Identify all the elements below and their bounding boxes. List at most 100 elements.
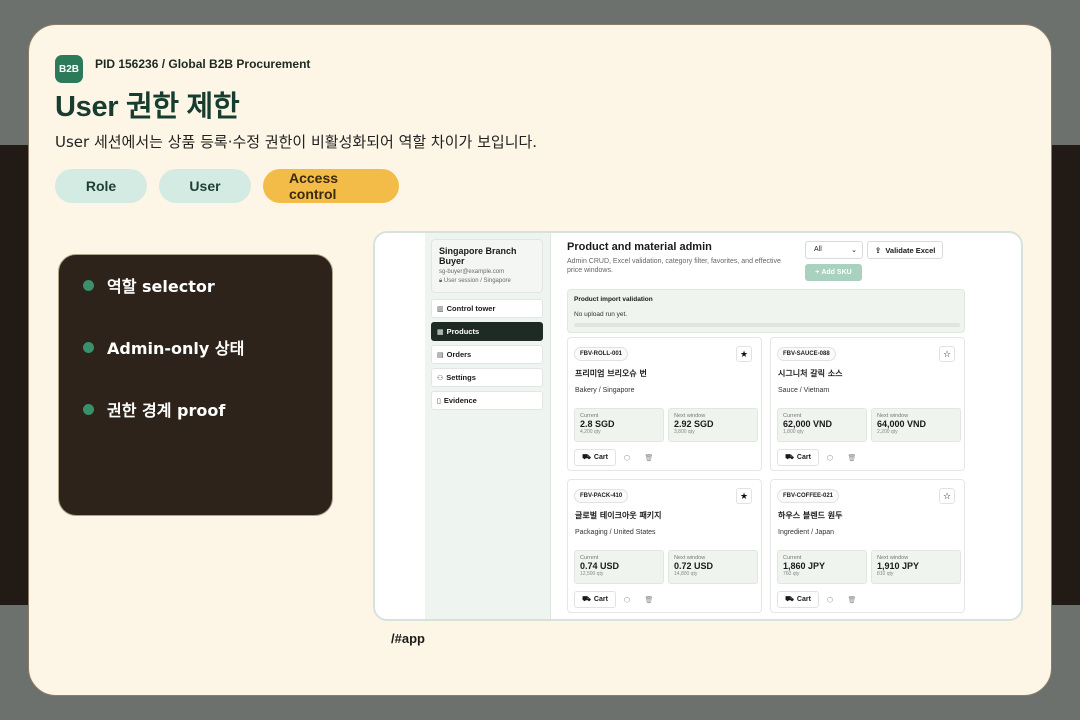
main-title: Product and material admin [567,241,712,253]
favorite-star-filled-icon[interactable]: ★ [736,488,752,504]
users-icon: ⚇ [437,374,444,382]
price-value: 64,000 VND [877,419,927,429]
sidebar-item-control-tower[interactable]: ▥ Control tower [431,299,543,318]
filter-value: All [814,246,822,253]
price-qty: 810 qty [877,571,894,577]
sidebar-item-label: Orders [446,350,472,359]
price-value: 1,860 JPY [783,561,826,571]
user-session: 🔒︎ User session / Singapore [439,278,535,285]
product-category: Packaging / United States [575,529,656,536]
category-filter-select[interactable]: All ⌄ [805,241,863,259]
favorite-star-outline-icon[interactable]: ☆ [939,346,955,362]
sidebar-item-orders[interactable]: ▤ Orders [431,345,543,364]
price-qty: 2,200 qty [877,429,898,435]
next-window-price: Next window 1,910 JPY 810 qty [871,550,961,584]
chart-icon: ▥ [437,305,444,313]
sku-badge: FBV-SAUCE-088 [777,347,836,361]
current-price: Current 62,000 VND 1,800 qty [777,408,867,442]
trash-icon[interactable]: 🗑︎ [845,451,859,465]
price-qty: 760 qty [783,571,800,577]
box-icon[interactable]: ⬡ [620,593,634,607]
validation-title: Product import validation [574,296,653,303]
add-sku-button[interactable]: + Add SKU [805,264,862,281]
bullet-dot-icon [83,403,94,415]
cart-icon: ⛟ [582,454,591,461]
sidebar-item-settings[interactable]: ⚇ Settings [431,368,543,387]
cart-icon: ⛟ [582,596,591,603]
sku-badge: FBV-PACK-410 [574,489,629,503]
sidebar-item-label: Settings [446,373,476,382]
next-window-price: Next window 64,000 VND 2,200 qty [871,408,961,442]
url-caption: /#app [391,631,425,646]
product-name: 시그니처 갈릭 소스 [778,369,843,378]
product-card: FBV-COFFEE-021 ☆ 하우스 블렌드 원두 Ingredient /… [770,479,965,613]
add-to-cart-button[interactable]: ⛟ Cart [574,591,616,608]
slide-card: B2B PID 156236 / Global B2B Procurement … [28,24,1052,696]
box-icon[interactable]: ⬡ [823,451,837,465]
main-description: Admin CRUD, Excel validation, category f… [567,258,781,274]
add-to-cart-button[interactable]: ⛟ Cart [777,591,819,608]
validate-excel-button[interactable]: ⇪ Validate Excel [867,241,943,259]
user-name: Singapore Branch Buyer [439,246,517,266]
cart-label: Cart [593,454,608,461]
import-validation-panel: Product import validation No upload run … [567,289,965,333]
price-qty: 12,500 qty [580,571,604,577]
user-session-label: User session / Singapore [443,278,511,284]
price-qty: 14,800 qty [674,571,698,577]
current-price: Current 1,860 JPY 760 qty [777,550,867,584]
feature-list: 역할 selector Admin-only 상태 권한 경계 proof [58,254,333,516]
project-id: PID 156236 / Global B2B Procurement [95,57,311,71]
favorite-star-outline-icon[interactable]: ☆ [939,488,955,504]
box-icon[interactable]: ⬡ [823,593,837,607]
page-subtitle: User 세션에서는 상품 등록·수정 권한이 비활성화되어 역할 차이가 보입… [55,133,538,151]
sidebar-item-evidence[interactable]: ▯ Evidence [431,391,543,410]
feature-label: 권한 경계 proof [107,401,226,420]
product-card: FBV-ROLL-001 ★ 프리미엄 브리오슈 번 Bakery / Sing… [567,337,762,471]
validation-status: No upload run yet. [574,311,628,318]
product-name: 프리미엄 브리오슈 번 [575,369,647,378]
next-window-price: Next window 0.72 USD 14,800 qty [668,550,758,584]
feature-label: 역할 selector [107,277,215,296]
pill-access-control: Access control [263,169,399,203]
next-window-price: Next window 2.92 SGD 3,800 qty [668,408,758,442]
cart-label: Cart [593,596,608,603]
tag-pills: Role User Access control [55,169,399,203]
add-sku-label: Add SKU [821,269,852,276]
product-category: Ingredient / Japan [778,529,835,536]
add-to-cart-button[interactable]: ⛟ Cart [574,449,616,466]
feature-item: Admin-only 상태 [83,335,332,359]
price-value: 1,910 JPY [877,561,920,571]
page-title: User 권한 제한 [55,91,240,123]
pill-user: User [159,169,251,203]
b2b-logo: B2B [55,55,83,83]
price-value: 2.92 SGD [674,419,714,429]
file-icon: ▯ [437,397,441,405]
cart-icon: ⛟ [785,454,794,461]
clipboard-icon: ▤ [437,351,444,359]
cart-label: Cart [796,596,811,603]
product-card: FBV-PACK-410 ★ 글로벌 테이크아웃 패키지 Packaging /… [567,479,762,613]
feature-item: 역할 selector [83,273,332,297]
chevron-down-icon: ⌄ [851,247,857,254]
user-email: sg-buyer@example.com [439,269,505,275]
price-value: 0.72 USD [674,561,714,571]
product-category: Bakery / Singapore [575,387,635,394]
trash-icon[interactable]: 🗑︎ [845,593,859,607]
favorite-star-filled-icon[interactable]: ★ [736,346,752,362]
trash-icon[interactable]: 🗑︎ [642,593,656,607]
box-icon[interactable]: ⬡ [620,451,634,465]
trash-icon[interactable]: 🗑︎ [642,451,656,465]
bullet-dot-icon [83,279,94,291]
sku-badge: FBV-ROLL-001 [574,347,629,361]
validate-excel-label: Validate Excel [885,245,936,255]
upload-icon: ⇪ [874,245,882,255]
add-to-cart-button[interactable]: ⛟ Cart [777,449,819,466]
price-qty: 4,200 qty [580,429,601,435]
product-card: FBV-SAUCE-088 ☆ 시그니처 갈릭 소스 Sauce / Vietn… [770,337,965,471]
app-screenshot-frame: Singapore Branch Buyer sg-buyer@example.… [373,231,1023,621]
product-name: 글로벌 테이크아웃 패키지 [575,511,662,520]
price-qty: 3,800 qty [674,429,695,435]
cart-icon: ⛟ [785,596,794,603]
sidebar-item-products[interactable]: ▦ Products [431,322,543,341]
sidebar-item-label: Products [446,327,480,336]
